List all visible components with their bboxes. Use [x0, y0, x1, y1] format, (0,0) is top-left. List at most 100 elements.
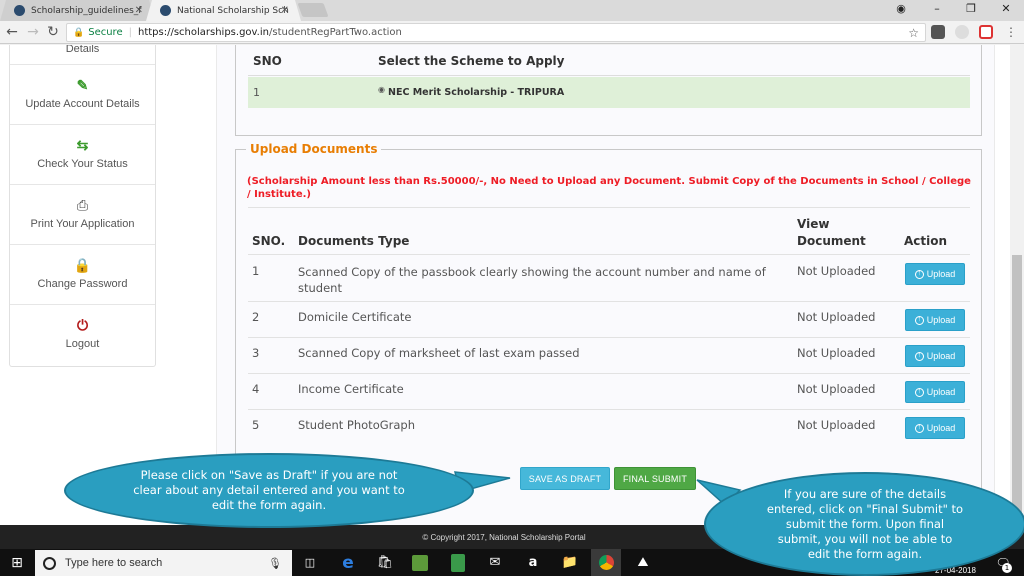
bookmark-star-icon[interactable]: ☆ — [908, 26, 919, 40]
upload-arrow-icon: ↑ — [914, 423, 924, 433]
upload-arrow-icon: ↑ — [914, 387, 924, 397]
save-draft-callout: Please click on "Save as Draft" if you a… — [64, 453, 474, 528]
scheme-radio-selected[interactable]: ◉ — [378, 85, 385, 94]
sidebar-item-details[interactable]: Details — [10, 45, 155, 65]
upload-button-label: Upload — [926, 387, 956, 397]
upload-button[interactable]: ↑ Upload — [905, 417, 965, 439]
app-icon[interactable] — [412, 555, 428, 571]
photos-icon[interactable]: ⛰ — [633, 553, 653, 573]
extension-icon[interactable] — [979, 25, 993, 39]
close-tab-icon[interactable]: ✕ — [281, 5, 289, 16]
cortana-icon — [43, 556, 56, 570]
taskbar-search-input[interactable]: Type here to search 🎙 — [35, 550, 292, 576]
row-doc-type: Income Certificate — [298, 382, 404, 396]
sidebar-item-check-status[interactable]: ⇆ Check Your Status — [10, 125, 155, 185]
store-icon[interactable]: 🛍 — [375, 553, 395, 573]
restore-button[interactable]: ❐ — [953, 0, 989, 21]
row-status: Not Uploaded — [797, 264, 876, 278]
pocket-extension-icon[interactable] — [931, 25, 945, 39]
reload-icon[interactable]: ↻ — [44, 24, 62, 40]
upload-arrow-icon: ↑ — [914, 269, 924, 279]
main-panel: SNO Select the Scheme to Apply 1 ◉ NEC M… — [216, 45, 995, 525]
upload-button-label: Upload — [926, 423, 956, 433]
header-view-line1: View — [797, 217, 830, 231]
file-explorer-icon[interactable]: 📁 — [560, 553, 580, 573]
save-draft-callout-text: Please click on "Save as Draft" if you a… — [133, 468, 405, 512]
final-submit-callout-text: If you are sure of the details entered, … — [766, 486, 964, 561]
menu-icon[interactable]: ⋮ — [1002, 24, 1020, 40]
upload-button[interactable]: ↑ Upload — [905, 345, 965, 367]
row-doc-type: Student PhotoGraph — [298, 418, 416, 432]
header-documents-type: Documents Type — [298, 234, 410, 248]
new-tab-button[interactable] — [297, 3, 329, 17]
upload-note: (Scholarship Amount less than Rs.50000/-… — [247, 176, 971, 200]
sidebar-item-label: Change Password — [37, 278, 128, 290]
close-window-button[interactable]: ✕ — [988, 0, 1024, 21]
upload-button[interactable]: ↑ Upload — [905, 381, 965, 403]
back-icon[interactable]: ← — [3, 24, 21, 40]
search-placeholder: Type here to search — [65, 557, 163, 569]
row-status: Not Uploaded — [797, 418, 876, 432]
browser-tab-bar: Scholarship_guidelines_f ✕ National Scho… — [0, 0, 1024, 21]
sidebar-item-update-account[interactable]: ✎ Update Account Details — [10, 65, 155, 125]
table-row: 3 Scanned Copy of marksheet of last exam… — [248, 337, 970, 373]
sidebar-item-logout[interactable]: ⏻ Logout — [10, 305, 155, 365]
microphone-icon[interactable]: 🎙 — [268, 557, 282, 570]
task-view-icon[interactable]: ◫ — [300, 553, 320, 573]
final-submit-button[interactable]: FINAL SUBMIT — [614, 467, 696, 490]
documents-table-header: SNO. Documents Type View Document Action — [248, 207, 970, 254]
notes-app-icon[interactable] — [451, 554, 465, 572]
scrollbar-thumb[interactable] — [1012, 255, 1022, 523]
chrome-taskbar-icon[interactable] — [591, 549, 621, 576]
row-sno: 1 — [252, 264, 260, 278]
mail-icon[interactable]: ✉ — [485, 553, 505, 573]
scheme-row[interactable]: 1 ◉ NEC Merit Scholarship - TRIPURA — [248, 77, 970, 108]
profile-icon[interactable]: ◉ — [883, 0, 919, 21]
upload-documents-legend: Upload Documents — [246, 142, 382, 156]
amazon-icon[interactable]: a — [523, 553, 543, 573]
windows-start-icon[interactable]: ⊞ — [7, 553, 27, 573]
row-status: Not Uploaded — [797, 382, 876, 396]
tab-national-scholarship[interactable]: National Scholarship Sch ✕ — [146, 0, 301, 21]
edge-browser-icon[interactable]: e — [338, 553, 358, 573]
close-tab-icon[interactable]: ✕ — [135, 5, 143, 16]
upload-button-label: Upload — [926, 269, 956, 279]
sidebar-item-change-password[interactable]: 🔒 Change Password — [10, 245, 155, 305]
table-row: 5 Student PhotoGraph Not Uploaded ↑ Uploa… — [248, 409, 970, 445]
upload-button[interactable]: ↑ Upload — [905, 263, 965, 285]
header-view-line2: Document — [797, 234, 866, 248]
header-sno: SNO — [253, 54, 282, 68]
sidebar-item-print-application[interactable]: ⎙ Print Your Application — [10, 185, 155, 245]
row-status: Not Uploaded — [797, 346, 876, 360]
row-sno: 4 — [252, 382, 260, 396]
upload-arrow-icon: ↑ — [914, 351, 924, 361]
address-bar-row: ← → ↻ 🔒 Secure | https://scholarships.go… — [0, 21, 1024, 44]
tab-label: Scholarship_guidelines_f — [31, 5, 142, 16]
row-doc-type: Scanned Copy of marksheet of last exam p… — [298, 346, 580, 360]
url-input[interactable]: 🔒 Secure | https://scholarships.gov.in /… — [66, 23, 926, 42]
sidebar: Details ✎ Update Account Details ⇆ Check… — [9, 45, 156, 367]
copyright-text: © Copyright 2017, National Scholarship P… — [422, 533, 586, 542]
save-as-draft-button[interactable]: SAVE AS DRAFT — [520, 467, 610, 490]
page-content: Details ✎ Update Account Details ⇆ Check… — [0, 45, 1010, 525]
final-submit-callout: If you are sure of the details entered, … — [704, 472, 1024, 576]
header-scheme: Select the Scheme to Apply — [378, 54, 565, 68]
secure-label: Secure — [88, 27, 123, 38]
sidebar-item-label: Check Your Status — [37, 158, 128, 170]
upload-button[interactable]: ↑ Upload — [905, 309, 965, 331]
row-sno: 3 — [252, 346, 260, 360]
row-status: Not Uploaded — [797, 310, 876, 324]
tab-scholarship-guidelines[interactable]: Scholarship_guidelines_f ✕ — [0, 0, 155, 21]
table-row: 2 Domicile Certificate Not Uploaded ↑ Upl… — [248, 301, 970, 337]
scheme-name: NEC Merit Scholarship - TRIPURA — [388, 87, 565, 98]
forward-icon[interactable]: → — [24, 24, 42, 40]
shield-extension-icon[interactable] — [955, 25, 969, 39]
exchange-icon: ⇆ — [76, 137, 89, 153]
notification-count-badge: 1 — [1002, 563, 1012, 573]
minimize-button[interactable]: – — [919, 0, 955, 21]
table-row: 4 Income Certificate Not Uploaded ↑ Uploa… — [248, 373, 970, 409]
scheme-table-header: SNO Select the Scheme to Apply — [248, 46, 970, 76]
print-icon: ⎙ — [76, 197, 89, 213]
url-host: https://scholarships.gov.in — [137, 27, 269, 38]
sidebar-item-label: Details — [65, 45, 100, 55]
